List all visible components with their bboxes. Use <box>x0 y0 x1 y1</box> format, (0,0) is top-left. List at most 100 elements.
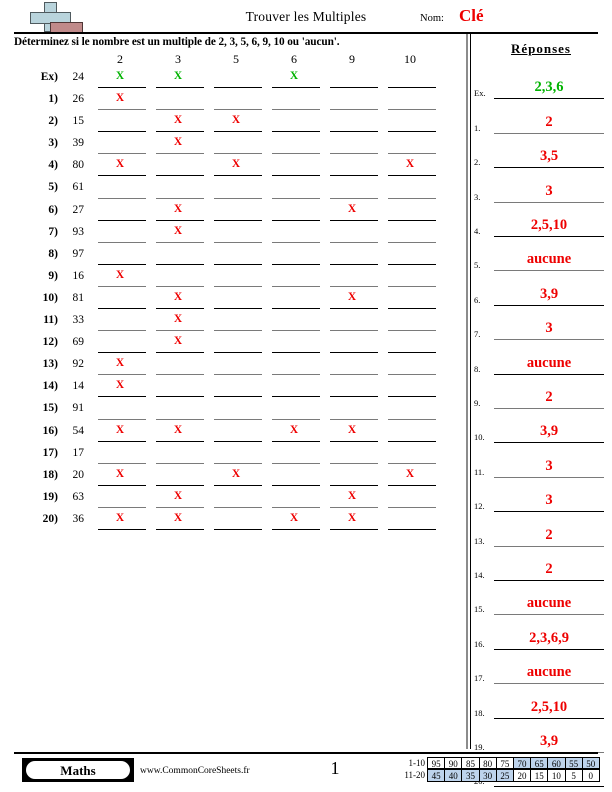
answer-blank-cell[interactable]: X <box>324 422 380 444</box>
answer-blank-cell[interactable]: X <box>92 68 148 90</box>
answer-blank-cell[interactable] <box>208 201 264 223</box>
answer-blank-cell[interactable]: X <box>92 510 148 532</box>
answer-blank-cell[interactable] <box>382 311 438 333</box>
answer-blank-cell[interactable] <box>324 178 380 200</box>
answer-blank-cell[interactable] <box>150 399 206 421</box>
answer-value[interactable]: 3 <box>494 492 604 509</box>
answer-blank-cell[interactable] <box>266 201 322 223</box>
answer-blank-cell[interactable] <box>266 267 322 289</box>
answer-value[interactable]: 2,3,6 <box>494 79 604 96</box>
answer-blank-cell[interactable] <box>266 377 322 399</box>
answer-blank-cell[interactable] <box>266 112 322 134</box>
answer-blank-cell[interactable] <box>150 156 206 178</box>
answer-value[interactable]: 3 <box>494 458 604 475</box>
answer-blank-cell[interactable] <box>208 68 264 90</box>
answer-blank-cell[interactable] <box>324 90 380 112</box>
answer-blank-cell[interactable] <box>324 245 380 267</box>
answer-blank-cell[interactable] <box>266 90 322 112</box>
answer-blank-cell[interactable] <box>208 245 264 267</box>
answer-blank-cell[interactable] <box>92 488 148 510</box>
answer-blank-cell[interactable] <box>150 178 206 200</box>
answer-blank-cell[interactable]: X <box>382 466 438 488</box>
answer-blank-cell[interactable] <box>208 90 264 112</box>
answer-blank-cell[interactable] <box>208 399 264 421</box>
answer-blank-cell[interactable]: X <box>150 134 206 156</box>
answer-value[interactable]: 2 <box>494 114 604 131</box>
answer-blank-cell[interactable] <box>150 355 206 377</box>
answer-blank-cell[interactable] <box>92 444 148 466</box>
answer-blank-cell[interactable] <box>382 245 438 267</box>
answer-blank-cell[interactable]: X <box>208 112 264 134</box>
answer-blank-cell[interactable] <box>324 377 380 399</box>
answer-blank-cell[interactable] <box>382 90 438 112</box>
answer-value[interactable]: 3,9 <box>494 423 604 440</box>
answer-blank-cell[interactable]: X <box>266 68 322 90</box>
answer-blank-cell[interactable] <box>92 245 148 267</box>
answer-blank-cell[interactable] <box>382 68 438 90</box>
answer-value[interactable]: aucune <box>494 595 604 612</box>
answer-blank-cell[interactable]: X <box>150 510 206 532</box>
answer-blank-cell[interactable] <box>382 510 438 532</box>
answer-blank-cell[interactable] <box>92 333 148 355</box>
answer-value[interactable]: 3 <box>494 320 604 337</box>
answer-blank-cell[interactable] <box>208 488 264 510</box>
answer-blank-cell[interactable] <box>266 399 322 421</box>
answer-blank-cell[interactable]: X <box>150 68 206 90</box>
answer-blank-cell[interactable] <box>208 134 264 156</box>
answer-blank-cell[interactable] <box>266 156 322 178</box>
answer-value[interactable]: 2 <box>494 527 604 544</box>
answer-blank-cell[interactable] <box>92 178 148 200</box>
answer-blank-cell[interactable] <box>266 466 322 488</box>
answer-value[interactable]: aucune <box>494 251 604 268</box>
answer-blank-cell[interactable]: X <box>92 90 148 112</box>
answer-blank-cell[interactable]: X <box>266 422 322 444</box>
answer-blank-cell[interactable]: X <box>266 510 322 532</box>
answer-blank-cell[interactable] <box>382 112 438 134</box>
answer-blank-cell[interactable] <box>266 488 322 510</box>
answer-blank-cell[interactable]: X <box>324 510 380 532</box>
answer-blank-cell[interactable] <box>208 510 264 532</box>
answer-blank-cell[interactable] <box>208 289 264 311</box>
answer-value[interactable]: aucune <box>494 355 604 372</box>
answer-blank-cell[interactable] <box>150 466 206 488</box>
answer-blank-cell[interactable] <box>382 488 438 510</box>
answer-blank-cell[interactable] <box>208 223 264 245</box>
answer-blank-cell[interactable] <box>208 444 264 466</box>
answer-blank-cell[interactable]: X <box>150 223 206 245</box>
answer-blank-cell[interactable] <box>266 178 322 200</box>
answer-blank-cell[interactable]: X <box>208 466 264 488</box>
answer-blank-cell[interactable] <box>324 68 380 90</box>
answer-blank-cell[interactable] <box>208 377 264 399</box>
answer-blank-cell[interactable] <box>382 201 438 223</box>
answer-blank-cell[interactable] <box>324 156 380 178</box>
answer-blank-cell[interactable]: X <box>92 377 148 399</box>
answer-blank-cell[interactable]: X <box>92 156 148 178</box>
answer-blank-cell[interactable] <box>92 134 148 156</box>
answer-blank-cell[interactable] <box>266 223 322 245</box>
answer-blank-cell[interactable] <box>266 355 322 377</box>
answer-blank-cell[interactable] <box>324 355 380 377</box>
answer-blank-cell[interactable]: X <box>150 112 206 134</box>
answer-blank-cell[interactable]: X <box>150 422 206 444</box>
answer-blank-cell[interactable] <box>266 311 322 333</box>
answer-blank-cell[interactable] <box>382 377 438 399</box>
answer-value[interactable]: 2,5,10 <box>494 217 604 234</box>
answer-blank-cell[interactable] <box>324 399 380 421</box>
answer-blank-cell[interactable]: X <box>324 201 380 223</box>
answer-blank-cell[interactable] <box>150 444 206 466</box>
answer-blank-cell[interactable] <box>208 422 264 444</box>
answer-blank-cell[interactable] <box>324 112 380 134</box>
answer-blank-cell[interactable] <box>208 311 264 333</box>
answer-blank-cell[interactable] <box>382 223 438 245</box>
answer-value[interactable]: 2,3,6,9 <box>494 630 604 647</box>
answer-blank-cell[interactable]: X <box>150 311 206 333</box>
answer-blank-cell[interactable]: X <box>150 488 206 510</box>
answer-value[interactable]: 2 <box>494 389 604 406</box>
answer-blank-cell[interactable]: X <box>382 156 438 178</box>
answer-blank-cell[interactable]: X <box>92 422 148 444</box>
answer-blank-cell[interactable] <box>208 267 264 289</box>
answer-blank-cell[interactable] <box>324 466 380 488</box>
answer-blank-cell[interactable] <box>324 223 380 245</box>
answer-blank-cell[interactable] <box>150 90 206 112</box>
answer-value[interactable]: 3,9 <box>494 733 604 750</box>
